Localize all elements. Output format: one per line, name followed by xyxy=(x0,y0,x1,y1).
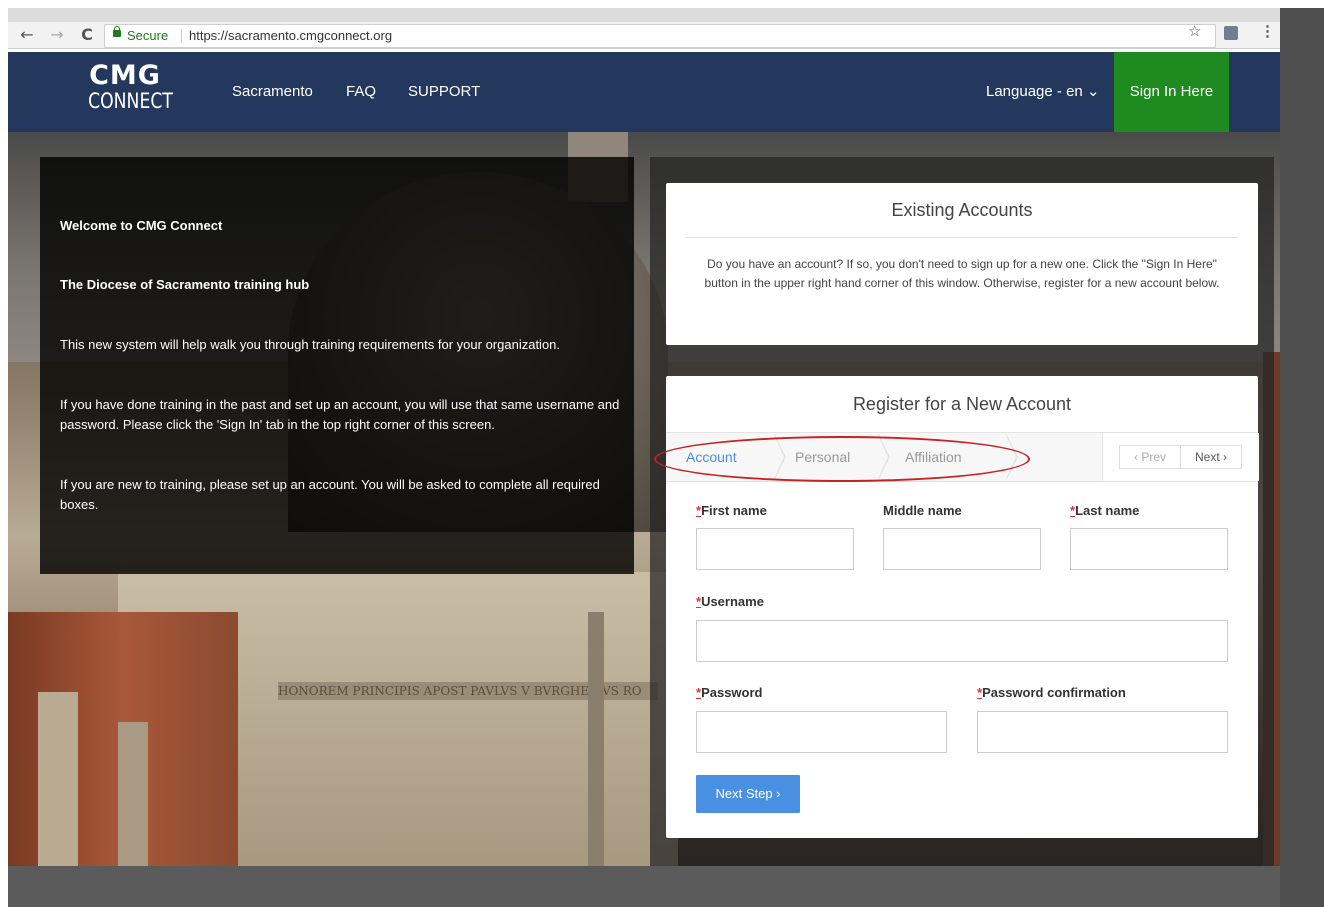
logo-line2: CONNECT xyxy=(88,89,173,113)
address-separator xyxy=(181,29,182,43)
next-button[interactable]: Next › xyxy=(1180,445,1242,469)
right-margin xyxy=(1280,8,1324,907)
welcome-paragraph: If you have done training in the past an… xyxy=(60,397,620,432)
existing-accounts-card: Existing Accounts Do you have an account… xyxy=(666,183,1258,345)
top-border xyxy=(0,0,1324,8)
nav-link-faq[interactable]: FAQ xyxy=(346,82,376,102)
first-name-label: *First name xyxy=(696,503,767,518)
sign-in-button[interactable]: Sign In Here xyxy=(1114,52,1229,132)
welcome-subtitle: The Diocese of Sacramento training hub xyxy=(60,277,310,292)
last-name-input[interactable] xyxy=(1070,528,1228,570)
red-annotation-oval xyxy=(654,436,1030,482)
register-title: Register for a New Account xyxy=(852,394,1072,414)
reload-icon[interactable]: C xyxy=(78,25,96,45)
browser-menu-icon[interactable]: ⋮ xyxy=(1260,22,1275,40)
existing-accounts-text: Do you have an account? If so, you don't… xyxy=(704,257,1220,290)
password-label: *Password xyxy=(696,685,762,700)
street-column xyxy=(38,692,78,866)
divider xyxy=(686,237,1238,238)
first-name-label-text: First name xyxy=(701,503,767,518)
language-dropdown[interactable]: Language - en ⌄ xyxy=(986,82,1100,102)
next-step-button[interactable]: Next Step › xyxy=(696,775,800,813)
wizard-pager: ‹ Prev Next › xyxy=(1102,433,1259,481)
password-confirmation-label: *Password confirmation xyxy=(977,685,1126,700)
bookmark-star-icon[interactable]: ☆ xyxy=(1188,22,1201,40)
first-name-input[interactable] xyxy=(696,528,854,570)
welcome-paragraph: If you are new to training, please set u… xyxy=(60,477,600,512)
password-input[interactable] xyxy=(696,711,947,753)
last-name-label-text: Last name xyxy=(1075,503,1140,518)
welcome-panel: Welcome to CMG Connect The Diocese of Sa… xyxy=(40,157,634,574)
address-bar[interactable]: Secure https://sacramento.cmgconnect.org xyxy=(104,24,1216,48)
username-label: *Username xyxy=(696,594,764,609)
wizard-tabs: Account Personal Affiliation ‹ Prev Next… xyxy=(654,432,1259,482)
browser-toolbar: ← → C Secure https://sacramento.cmgconne… xyxy=(8,22,1280,49)
middle-name-label: Middle name xyxy=(883,503,962,518)
welcome-title: Welcome to CMG Connect xyxy=(60,218,223,233)
existing-accounts-title: Existing Accounts xyxy=(891,200,1033,220)
password-confirmation-label-text: Password confirmation xyxy=(982,685,1126,700)
left-border xyxy=(0,0,8,907)
browser-window: ← → C Secure https://sacramento.cmgconne… xyxy=(8,8,1280,866)
lock-icon xyxy=(113,26,121,37)
obelisk xyxy=(588,612,604,866)
username-input[interactable] xyxy=(696,620,1228,662)
back-icon[interactable]: ← xyxy=(18,25,36,45)
site-navbar: CMG CONNECT Sacramento FAQ SUPPORT Langu… xyxy=(8,52,1280,132)
register-card: Register for a New Account Account Perso… xyxy=(654,376,1259,838)
street-column xyxy=(118,722,148,866)
nav-link-support[interactable]: SUPPORT xyxy=(408,82,480,102)
nav-link-sacramento[interactable]: Sacramento xyxy=(232,82,313,102)
last-name-label: *Last name xyxy=(1070,503,1139,518)
forward-icon[interactable]: → xyxy=(48,25,66,45)
welcome-paragraph: This new system will help walk you throu… xyxy=(60,337,561,352)
secure-label: Secure xyxy=(127,28,169,43)
extension-icon[interactable] xyxy=(1224,26,1238,40)
password-label-text: Password xyxy=(701,685,763,700)
url-text[interactable]: https://sacramento.cmgconnect.org xyxy=(189,25,392,47)
browser-tab-strip xyxy=(8,8,1280,22)
middle-name-input[interactable] xyxy=(883,528,1041,570)
prev-button[interactable]: ‹ Prev xyxy=(1119,445,1181,469)
cmg-connect-logo[interactable]: CMG CONNECT xyxy=(80,60,173,122)
password-confirmation-input[interactable] xyxy=(977,711,1228,753)
username-label-text: Username xyxy=(701,594,764,609)
logo-line1: CMG xyxy=(89,60,161,91)
